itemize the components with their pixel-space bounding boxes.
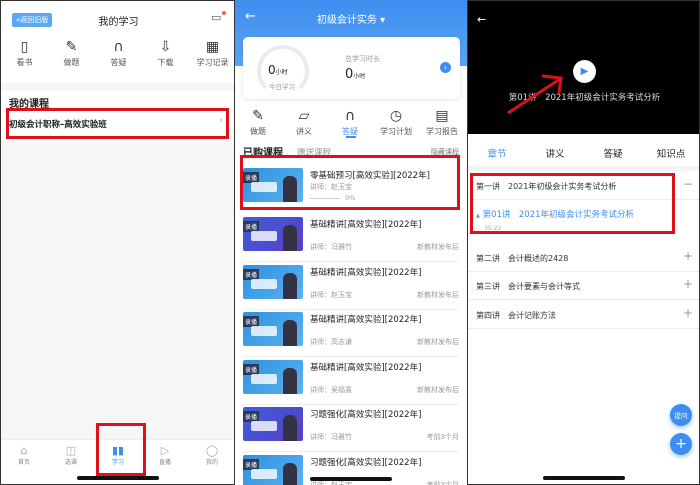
highlight-box <box>96 423 146 476</box>
course-row[interactable]: 录播 基础精讲[高效实验][2022年] 讲师：吴福喜 新教材发布后 <box>235 358 467 405</box>
nav-icon: ◯ <box>205 444 219 457</box>
nav-item-4[interactable]: ◯ 我的 <box>192 444 232 466</box>
collapse-icon[interactable]: − <box>683 177 693 191</box>
tab-2[interactable]: 答疑 <box>584 146 642 160</box>
home-indicator <box>310 477 392 481</box>
chapter-title: 第二讲 会计概述的2428 <box>476 254 569 263</box>
expand-icon[interactable]: + <box>683 249 693 263</box>
course-thumbnail: 录播 <box>243 217 303 251</box>
course-row[interactable]: 录播 基础精讲[高效实验][2022年] 讲师：冯雅竹 新教材发布后 <box>235 215 467 262</box>
tab-3[interactable]: 知识点 <box>642 146 699 160</box>
tool-4[interactable]: ▤ 学习报告 <box>419 108 465 137</box>
tool-0[interactable]: ▯ 看书 <box>1 39 48 68</box>
course-screen: ← 初级会计实务 ▾ 0小时 今日学习 总学习时长 0小时 › ✎ 做题 ▱ 讲义 ∩ 答… <box>235 0 467 485</box>
chapter-row[interactable]: 第三讲 会计要素与会计等式 + <box>468 272 699 300</box>
course-row[interactable]: 录播 基础精讲[高效实验][2022年] 讲师：赵玉宝 新教材发布后 <box>235 263 467 310</box>
chapter-title: 第四讲 会计记账方法 <box>476 311 556 320</box>
course-title: 基础精讲[高效实验][2022年] <box>310 362 422 373</box>
course-selector[interactable]: 初级会计实务 ▾ <box>235 11 467 26</box>
course-teacher: 讲师：冯雅竹 <box>310 433 352 441</box>
course-teacher: 讲师：赵玉宝 <box>310 290 352 299</box>
course-thumbnail: 录播 <box>243 359 303 394</box>
tool-0[interactable]: ✎ 做题 <box>235 108 281 137</box>
course-note: 新教材发布后 <box>417 385 459 394</box>
home-indicator <box>542 476 625 480</box>
course-row[interactable]: 录播 习题强化[高效实验][2022年] 讲师：冯雅竹 考前3个月 <box>235 405 467 452</box>
total-label: 总学习时长 <box>345 55 380 63</box>
highlight-box <box>470 173 675 234</box>
course-note: 考前3个月 <box>426 433 459 441</box>
book-icon: ▯ <box>20 39 29 55</box>
tool-icon: ✎ <box>252 108 264 124</box>
ask-question-button[interactable]: 提问 <box>670 404 692 426</box>
course-teacher: 讲师：吴福喜 <box>310 385 352 394</box>
nav-icon: ◫ <box>65 444 77 457</box>
course-teacher: 讲师：高志谦 <box>310 338 352 346</box>
course-note: 新教材发布后 <box>417 290 459 299</box>
study-time-card: 0小时 今日学习 总学习时长 0小时 › <box>243 37 460 99</box>
download-icon: ⇩ <box>159 39 172 55</box>
tab-0[interactable]: 章节 <box>468 146 526 160</box>
course-title: 习题强化[高效实验][2022年] <box>310 457 422 468</box>
tool-3[interactable]: ◷ 学习计划 <box>373 108 419 137</box>
tool-3[interactable]: ⇩ 下载 <box>142 39 189 68</box>
expand-icon[interactable]: + <box>683 277 693 291</box>
course-note: 新教材发布后 <box>417 338 459 346</box>
tool-2[interactable]: ∩ 答疑 <box>95 39 142 68</box>
course-note: 考前3个月 <box>426 480 459 485</box>
course-teacher: 讲师：冯雅竹 <box>310 243 352 251</box>
chapter-title: 第三讲 会计要素与会计等式 <box>476 282 580 291</box>
add-button[interactable]: + <box>670 433 692 455</box>
tool-icon: ▤ <box>435 108 449 124</box>
course-thumbnail: 录播 <box>243 312 303 346</box>
highlight-box <box>6 108 229 139</box>
course-title: 基础精讲[高效实验][2022年] <box>310 315 422 325</box>
course-thumbnail: 录播 <box>243 454 303 485</box>
tool-2[interactable]: ∩ 答疑 <box>327 108 373 137</box>
chevron-right-button[interactable]: › <box>440 62 451 73</box>
notification-dot <box>222 11 226 15</box>
course-thumbnail: 录播 <box>243 264 303 299</box>
tool-icon: ◷ <box>389 108 403 124</box>
course-title: 习题强化[高效实验][2022年] <box>310 410 422 420</box>
red-arrow-annotation <box>507 74 563 115</box>
tool-1[interactable]: ✎ 做题 <box>48 39 95 68</box>
highlight-box <box>240 155 460 210</box>
today-label: 今日学习 <box>269 83 295 91</box>
tool-1[interactable]: ▱ 讲义 <box>281 108 327 137</box>
course-thumbnail: 录播 <box>243 407 303 441</box>
expand-icon[interactable]: + <box>683 306 693 320</box>
page-title: 我的学习 <box>98 17 139 28</box>
lesson-screen: ← ▶ 第01讲 2021年初级会计实务考试分析 章节 讲义 答疑 知识点 第一讲 2… <box>467 0 700 485</box>
tab-1[interactable]: 讲义 <box>526 146 584 160</box>
tool-icon: ▱ <box>298 108 310 124</box>
nav-item-0[interactable]: ⌂ 首页 <box>4 444 44 466</box>
home-indicator <box>76 476 159 480</box>
course-title: 基础精讲[高效实验][2022年] <box>310 267 422 278</box>
exercise-icon: ✎ <box>65 39 78 55</box>
nav-item-3[interactable]: ▷ 直播 <box>145 444 185 466</box>
calendar-icon: ▦ <box>205 39 220 55</box>
tool-icon: ∩ <box>344 108 356 124</box>
headphones-icon: ∩ <box>113 39 124 55</box>
today-value: 0 <box>268 63 276 77</box>
chapter-row[interactable]: 第二讲 会计概述的2428 + <box>468 244 699 272</box>
nav-icon: ⌂ <box>20 444 28 457</box>
my-study-screen: «返回旧版 我的学习 ▭ ▯ 看书 ✎ 做题 ∩ 答疑 ⇩ 下载 ▦ 学习记录 我的课程 初级会计… <box>0 0 235 485</box>
chapter-row[interactable]: 第四讲 会计记账方法 + <box>468 301 699 329</box>
course-row[interactable]: 录播 基础精讲[高效实验][2022年] 讲师：高志谦 新教材发布后 <box>235 310 467 357</box>
course-title: 基础精讲[高效实验][2022年] <box>310 220 422 230</box>
nav-item-1[interactable]: ◫ 选课 <box>51 444 91 466</box>
course-note: 新教材发布后 <box>417 243 459 251</box>
message-icon[interactable]: ▭ <box>211 11 221 24</box>
nav-icon: ▷ <box>160 444 170 457</box>
tool-4[interactable]: ▦ 学习记录 <box>189 39 234 68</box>
